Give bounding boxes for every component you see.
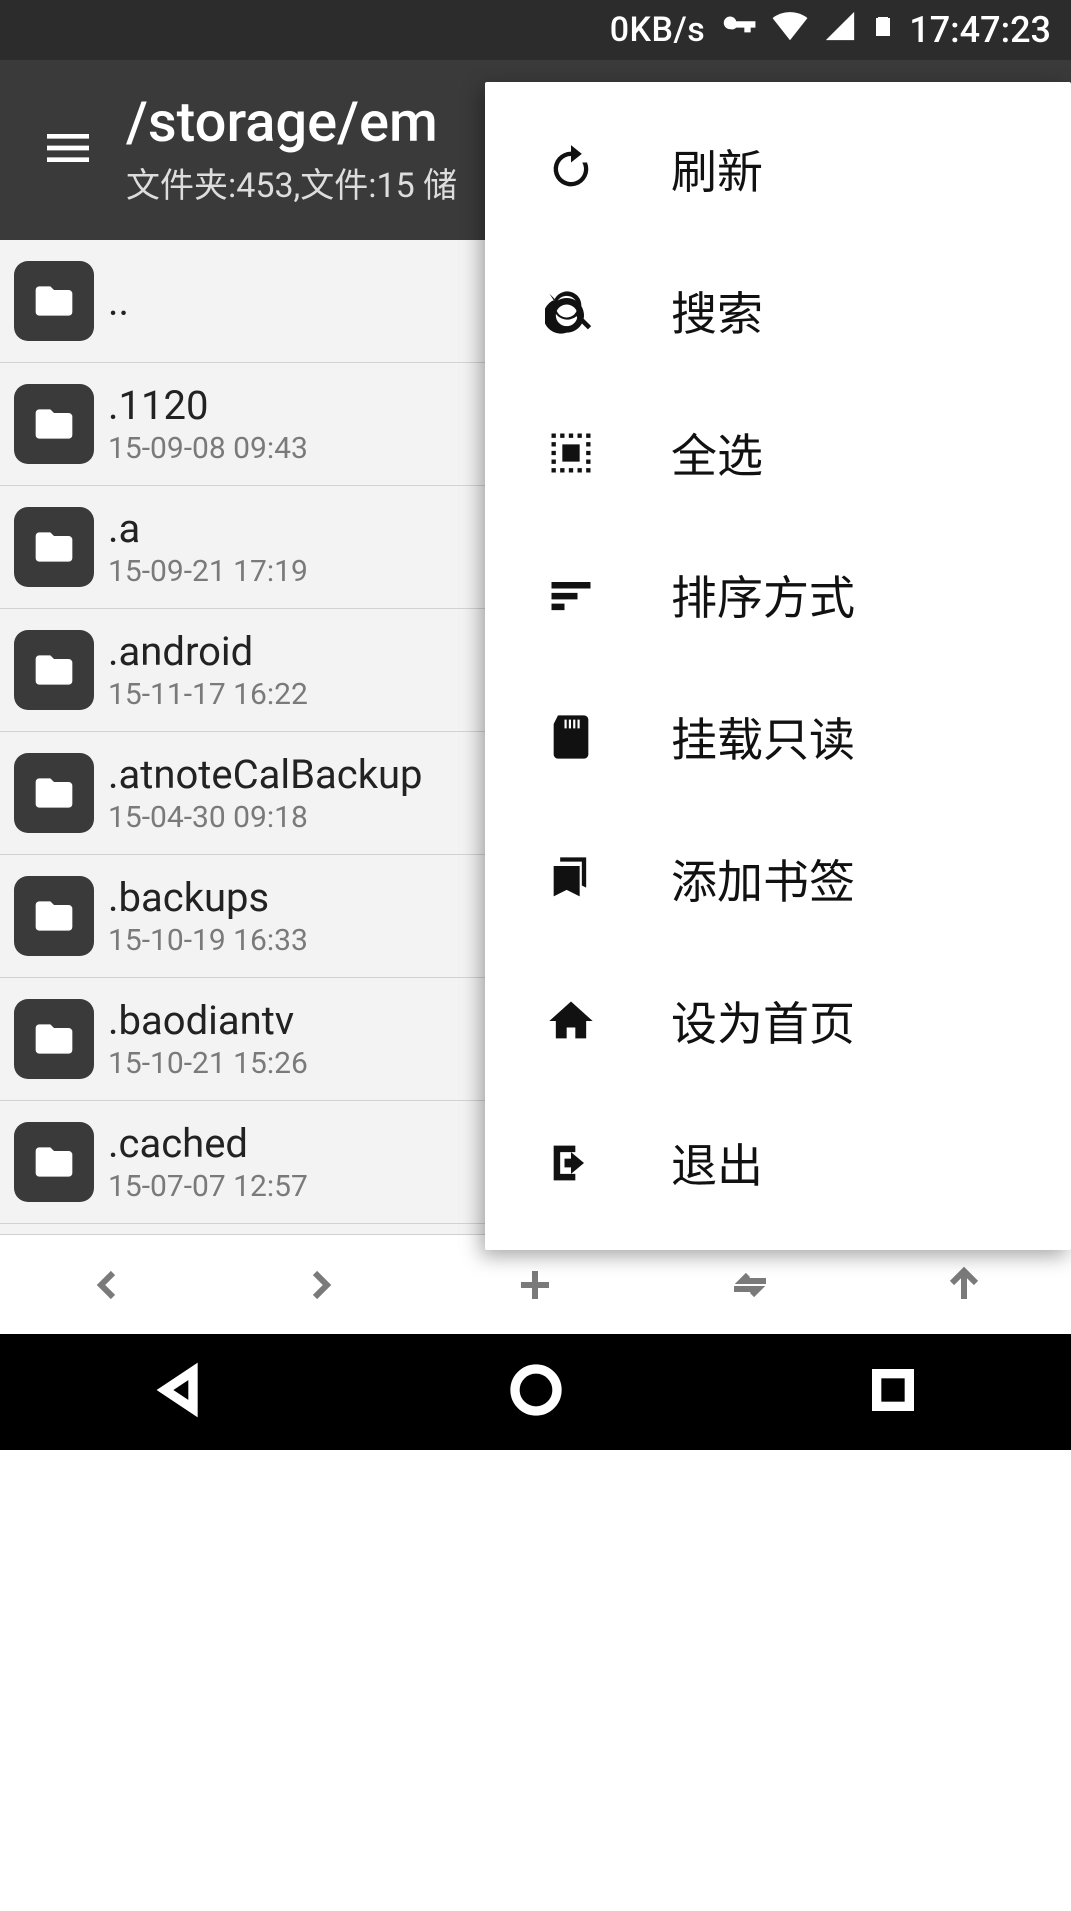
menu-label: 刷新: [671, 136, 763, 202]
menu-refresh[interactable]: 刷新: [485, 98, 1071, 240]
folder-icon: [14, 630, 94, 710]
list-item[interactable]: .baodiantv 15-10-21 15:26: [0, 978, 534, 1101]
menu-label: 退出: [671, 1130, 763, 1196]
signal-icon: [823, 9, 857, 52]
list-item[interactable]: .1120 15-09-08 09:43: [0, 363, 534, 486]
item-date: 15-04-30 09:18: [108, 800, 423, 835]
nav-back-button[interactable]: [151, 1362, 207, 1422]
item-name: .baodiantv: [108, 997, 308, 1044]
menu-label: 排序方式: [671, 562, 855, 628]
exit-icon: [539, 1137, 603, 1189]
home-icon: [539, 995, 603, 1047]
folder-icon: [14, 261, 94, 341]
go-up-button[interactable]: [924, 1261, 1004, 1309]
list-item[interactable]: .a 15-09-21 17:19: [0, 486, 534, 609]
item-name: .1120: [108, 382, 308, 429]
folder-icon: [14, 1122, 94, 1202]
item-name: .cached: [108, 1120, 308, 1167]
menu-search[interactable]: 搜索: [485, 240, 1071, 382]
folder-icon: [14, 999, 94, 1079]
refresh-icon: [539, 143, 603, 195]
status-bar: 0KB/s 17:47:23: [0, 0, 1071, 60]
item-name: .atnoteCalBackup: [108, 751, 423, 798]
menu-label: 搜索: [671, 278, 763, 344]
nav-recents-button[interactable]: [865, 1362, 921, 1422]
parent-dir-item[interactable]: ..: [0, 240, 534, 363]
menu-label: 设为首页: [671, 988, 855, 1054]
folder-icon: [14, 753, 94, 833]
menu-label: 挂载只读: [671, 704, 855, 770]
list-item[interactable]: .backups 15-10-19 16:33: [0, 855, 534, 978]
back-button[interactable]: [67, 1261, 147, 1309]
search-icon: [539, 285, 603, 337]
item-name: .android: [108, 628, 308, 675]
item-date: 15-10-19 16:33: [108, 923, 308, 958]
item-name: .backups: [108, 874, 308, 921]
swap-panes-button[interactable]: [710, 1261, 790, 1309]
item-date: 15-10-21 15:26: [108, 1046, 308, 1081]
android-nav-bar: [0, 1334, 1071, 1450]
folder-icon: [14, 876, 94, 956]
folder-stats: 文件夹:453,文件:15 储: [126, 158, 457, 207]
menu-label: 添加书签: [671, 846, 855, 912]
add-button[interactable]: [495, 1261, 575, 1309]
list-item[interactable]: .cantonese 15-08-06 09:42: [0, 1224, 534, 1234]
menu-set-home[interactable]: 设为首页: [485, 950, 1071, 1092]
menu-select-all[interactable]: 全选: [485, 382, 1071, 524]
item-date: 15-09-08 09:43: [108, 431, 308, 466]
sort-icon: [539, 569, 603, 621]
menu-exit[interactable]: 退出: [485, 1092, 1071, 1234]
folder-icon: [14, 384, 94, 464]
drawer-menu-button[interactable]: [30, 110, 126, 190]
item-date: 15-09-21 17:19: [108, 554, 308, 589]
wifi-icon: [771, 7, 809, 54]
menu-add-bookmark[interactable]: 添加书签: [485, 808, 1071, 950]
nav-home-button[interactable]: [508, 1362, 564, 1422]
list-item[interactable]: .cached 15-07-07 12:57: [0, 1101, 534, 1224]
list-item[interactable]: .atnoteCalBackup 15-04-30 09:18: [0, 732, 534, 855]
battery-icon: [871, 6, 895, 55]
sdcard-icon: [539, 711, 603, 763]
menu-label: 全选: [671, 420, 763, 486]
list-item[interactable]: .android 15-11-17 16:22: [0, 609, 534, 732]
item-name: ..: [108, 278, 129, 325]
left-pane: .. .1120 15-09-08 09:43 .a 15-09-21 17:1…: [0, 240, 534, 1234]
current-path: /storage/em: [126, 94, 457, 150]
folder-icon: [14, 507, 94, 587]
menu-sort[interactable]: 排序方式: [485, 524, 1071, 666]
select-all-icon: [539, 427, 603, 479]
clock: 17:47:23: [909, 9, 1051, 51]
forward-button[interactable]: [281, 1261, 361, 1309]
vpn-key-icon: [719, 7, 757, 54]
item-name: .a: [108, 505, 308, 552]
item-date: 15-11-17 16:22: [108, 677, 308, 712]
item-date: 15-07-07 12:57: [108, 1169, 308, 1204]
overflow-menu: 刷新 搜索 全选 排序方式 挂载只读: [485, 82, 1071, 1250]
bookmark-add-icon: [539, 853, 603, 905]
menu-mount-readonly[interactable]: 挂载只读: [485, 666, 1071, 808]
network-speed: 0KB/s: [610, 10, 706, 50]
